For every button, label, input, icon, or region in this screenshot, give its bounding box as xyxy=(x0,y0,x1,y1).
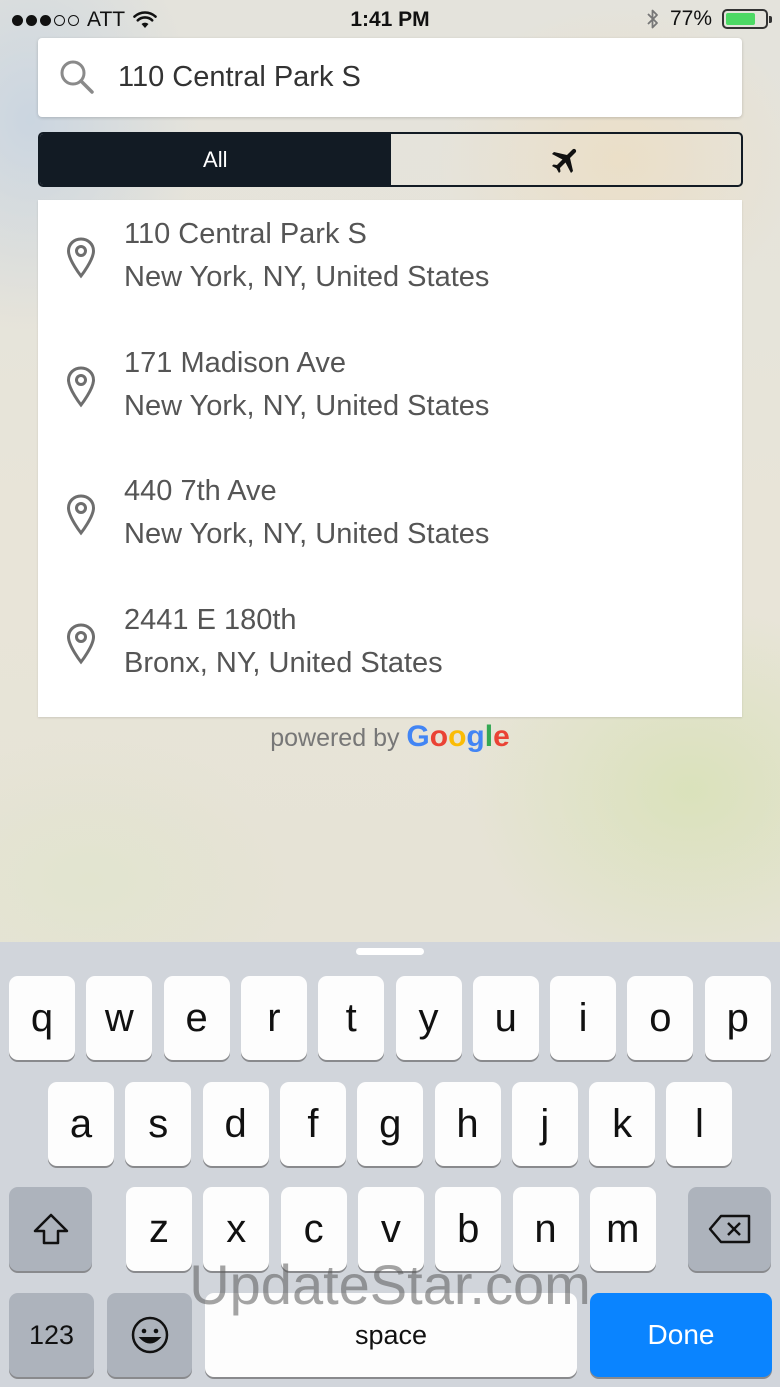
key-i[interactable]: i xyxy=(550,976,617,1060)
key-j[interactable]: j xyxy=(511,1082,578,1166)
key-x[interactable]: x xyxy=(203,1187,270,1271)
signal-dot xyxy=(68,14,79,26)
result-item[interactable]: 110 Central Park S New York, NY, United S… xyxy=(38,200,742,328)
result-item[interactable]: 440 7th Ave New York, NY, United States xyxy=(38,457,742,585)
location-pin-icon xyxy=(66,365,96,408)
signal-dot xyxy=(54,14,65,26)
backspace-icon xyxy=(708,1214,750,1244)
result-item[interactable]: 171 Madison Ave New York, NY, United Stat… xyxy=(38,329,742,457)
signal-dot xyxy=(12,14,23,26)
key-m[interactable]: m xyxy=(589,1187,656,1271)
key-t[interactable]: t xyxy=(318,976,385,1060)
key-k[interactable]: k xyxy=(589,1082,656,1166)
result-locality: Bronx, NY, United States xyxy=(124,646,443,679)
key-h[interactable]: h xyxy=(434,1082,501,1166)
result-street: 440 7th Ave xyxy=(124,475,277,507)
key-u[interactable]: u xyxy=(472,976,539,1060)
google-logo-letter: g xyxy=(466,720,485,753)
carrier-name: ATT xyxy=(87,8,126,31)
delete-key[interactable] xyxy=(688,1187,771,1271)
keyboard: q w e r t y u i o p a s d f g h j k l z x c v b n m 123 space Done xyxy=(0,942,780,1387)
result-item[interactable]: 2441 E 180th Bronx, NY, United States xyxy=(38,586,742,714)
space-key[interactable]: space xyxy=(205,1293,577,1377)
emoji-key[interactable] xyxy=(107,1293,192,1377)
google-logo-letter: o xyxy=(448,720,467,753)
status-bar: ATT 1:41 PM 77% xyxy=(0,0,780,40)
keyboard-drag-handle[interactable] xyxy=(356,948,424,955)
key-s[interactable]: s xyxy=(125,1082,192,1166)
google-logo-letter: e xyxy=(493,720,510,753)
result-locality: New York, NY, United States xyxy=(124,518,490,550)
google-logo-letter: G xyxy=(406,720,430,753)
location-pin-icon xyxy=(66,622,96,665)
signal-dot xyxy=(26,14,37,26)
shift-key[interactable] xyxy=(9,1187,92,1271)
signal-strength-icon xyxy=(12,14,79,26)
result-street: 171 Madison Ave xyxy=(124,346,346,379)
google-logo-letter: l xyxy=(484,720,494,753)
key-v[interactable]: v xyxy=(357,1187,424,1271)
key-q[interactable]: q xyxy=(9,976,75,1060)
shift-icon xyxy=(33,1213,68,1245)
key-a[interactable]: a xyxy=(48,1082,114,1166)
search-bar[interactable] xyxy=(38,38,742,117)
key-n[interactable]: n xyxy=(512,1187,579,1271)
battery-level xyxy=(726,13,756,25)
google-logo-letter: o xyxy=(429,720,449,753)
search-icon xyxy=(60,60,94,94)
google-attribution: powered by Google xyxy=(0,720,780,754)
tab-all-label: All xyxy=(203,146,228,172)
key-l[interactable]: l xyxy=(666,1082,733,1166)
result-locality: New York, NY, United States xyxy=(124,389,490,422)
location-pin-icon xyxy=(66,494,96,536)
wifi-icon xyxy=(133,11,157,28)
done-key[interactable]: Done xyxy=(590,1293,772,1377)
key-r[interactable]: r xyxy=(240,976,307,1060)
status-left: ATT xyxy=(12,8,157,32)
emoji-icon xyxy=(131,1316,168,1354)
location-pin-icon xyxy=(66,237,96,279)
result-street: 110 Central Park S xyxy=(124,218,367,250)
numbers-key[interactable]: 123 xyxy=(9,1293,94,1377)
key-o[interactable]: o xyxy=(627,976,694,1060)
search-input[interactable] xyxy=(118,56,718,98)
key-c[interactable]: c xyxy=(280,1187,347,1271)
filter-segmented-control: All xyxy=(38,132,743,187)
tab-airports[interactable] xyxy=(391,134,742,185)
key-p[interactable]: p xyxy=(704,976,771,1060)
key-e[interactable]: e xyxy=(163,976,230,1060)
results-list: 110 Central Park S New York, NY, United S… xyxy=(38,200,742,717)
signal-dot xyxy=(40,14,51,26)
result-locality: New York, NY, United States xyxy=(124,261,490,293)
key-g[interactable]: g xyxy=(357,1082,424,1166)
google-logo: Google xyxy=(406,720,509,753)
airplane-icon xyxy=(551,148,576,173)
result-street: 2441 E 180th xyxy=(124,603,297,636)
key-b[interactable]: b xyxy=(435,1187,502,1271)
key-y[interactable]: y xyxy=(395,976,462,1060)
attribution-prefix: powered by xyxy=(270,724,400,752)
key-f[interactable]: f xyxy=(279,1082,346,1166)
status-right: 77% xyxy=(646,7,772,31)
tab-all[interactable]: All xyxy=(40,134,391,185)
battery-percent: 77% xyxy=(669,7,712,30)
key-w[interactable]: w xyxy=(86,976,153,1060)
battery-icon xyxy=(722,9,772,29)
key-d[interactable]: d xyxy=(202,1082,269,1166)
key-z[interactable]: z xyxy=(126,1187,192,1271)
bluetooth-icon xyxy=(647,9,658,29)
